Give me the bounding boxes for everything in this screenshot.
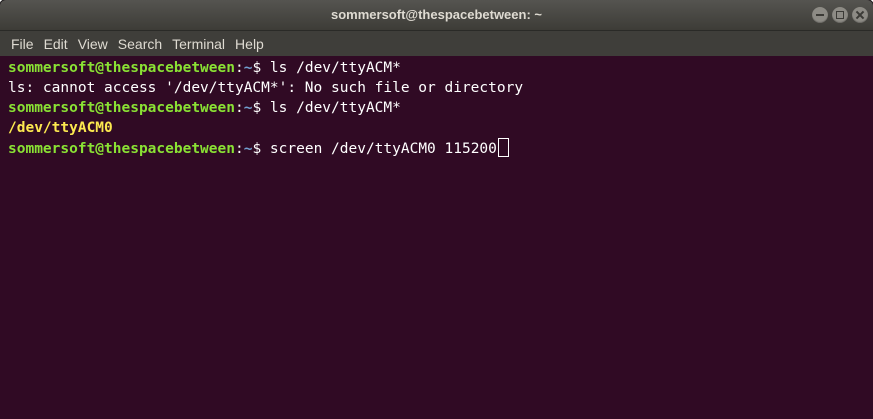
menu-help[interactable]: Help (230, 34, 269, 54)
menu-file[interactable]: File (6, 34, 39, 54)
minimize-icon (812, 7, 828, 23)
menu-search[interactable]: Search (113, 34, 167, 54)
prompt-separator: : (234, 60, 244, 76)
prompt-symbol: $ (252, 60, 270, 76)
output-text: ls: cannot access '/dev/ttyACM*': No suc… (8, 80, 524, 96)
title-bar[interactable]: sommersoft@thespacebetween: ~ (0, 0, 873, 31)
command-text: ls /dev/ttyACM* (269, 60, 401, 76)
command-text: ls /dev/ttyACM* (269, 100, 401, 116)
menu-edit[interactable]: Edit (39, 34, 73, 54)
prompt-separator: : (234, 141, 244, 157)
menu-terminal[interactable]: Terminal (167, 34, 230, 54)
terminal-line: sommersoft@thespacebetween:~$ ls /dev/tt… (8, 58, 873, 78)
prompt-user: sommersoft@thespacebetween (8, 60, 235, 76)
prompt-user: sommersoft@thespacebetween (8, 100, 235, 116)
menu-bar: File Edit View Search Terminal Help (0, 31, 873, 56)
terminal-line: /dev/ttyACM0 (8, 118, 873, 138)
terminal-line: sommersoft@thespacebetween:~$ screen /de… (8, 138, 873, 158)
text-cursor (497, 138, 509, 157)
prompt-user: sommersoft@thespacebetween (8, 141, 235, 157)
maximize-icon (832, 7, 848, 23)
window-title: sommersoft@thespacebetween: ~ (331, 7, 542, 22)
close-button[interactable] (852, 7, 868, 23)
terminal-line: ls: cannot access '/dev/ttyACM*': No suc… (8, 78, 873, 98)
output-highlight-text: /dev/ttyACM0 (8, 120, 113, 136)
terminal-area[interactable]: sommersoft@thespacebetween:~$ ls /dev/tt… (0, 56, 873, 419)
terminal-window: sommersoft@thespacebetween: ~ File Edit … (0, 0, 873, 419)
prompt-symbol: $ (252, 141, 270, 157)
terminal-line: sommersoft@thespacebetween:~$ ls /dev/tt… (8, 98, 873, 118)
minimize-button[interactable] (812, 7, 828, 23)
maximize-button[interactable] (832, 7, 848, 23)
command-text: screen /dev/ttyACM0 115200 (269, 141, 497, 157)
prompt-separator: : (234, 100, 244, 116)
close-icon (852, 7, 868, 23)
prompt-symbol: $ (252, 100, 270, 116)
menu-view[interactable]: View (73, 34, 113, 54)
